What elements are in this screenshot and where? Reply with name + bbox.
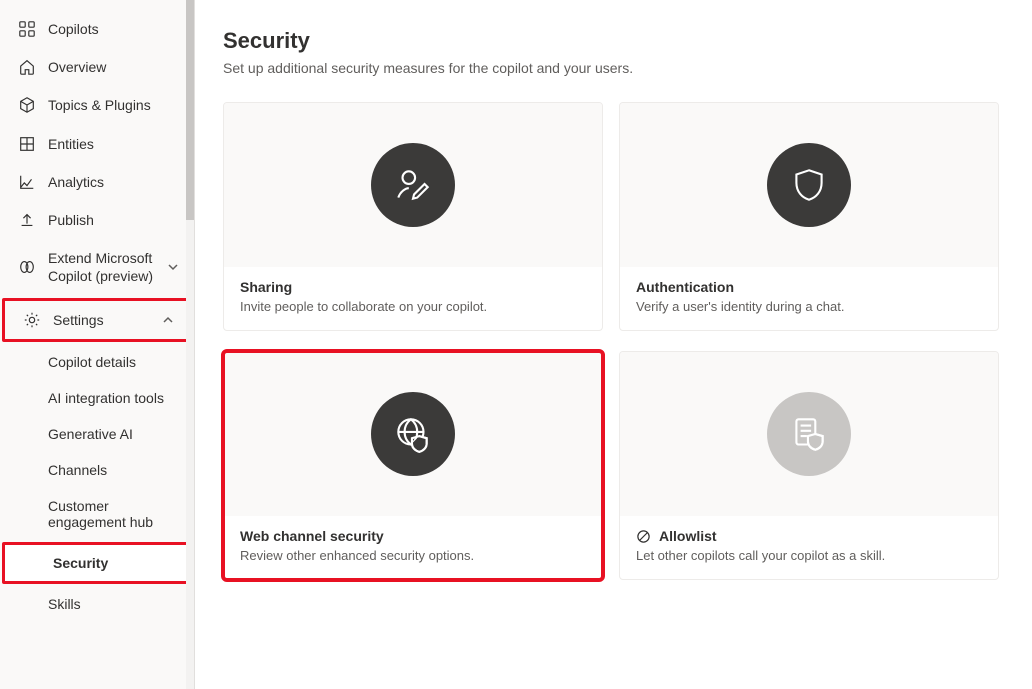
nav-label: Channels xyxy=(48,462,107,478)
nav-publish[interactable]: Publish xyxy=(0,201,194,239)
nav-label: Security xyxy=(53,555,108,571)
card-hero xyxy=(224,352,602,516)
card-allowlist[interactable]: Allowlist Let other copilots call your c… xyxy=(619,351,999,580)
card-hero xyxy=(620,352,998,516)
card-description: Invite people to collaborate on your cop… xyxy=(240,299,586,314)
nav-label: Analytics xyxy=(48,173,104,191)
card-description: Verify a user's identity during a chat. xyxy=(636,299,982,314)
nav-label: Topics & Plugins xyxy=(48,96,151,114)
analytics-icon xyxy=(18,173,36,191)
card-web-channel-security[interactable]: Web channel security Review other enhanc… xyxy=(223,351,603,580)
chevron-down-icon xyxy=(166,260,180,274)
globe-shield-icon xyxy=(371,392,455,476)
nav-settings-generative-ai[interactable]: Generative AI xyxy=(0,416,194,452)
card-authentication[interactable]: Authentication Verify a user's identity … xyxy=(619,102,999,331)
nav-label: Copilot details xyxy=(48,354,136,370)
nav-settings-channels[interactable]: Channels xyxy=(0,452,194,488)
nav-label: Publish xyxy=(48,211,94,229)
nav-label: Customer engagement hub xyxy=(48,498,180,530)
sidebar-scrollbar[interactable] xyxy=(186,0,194,689)
card-title: Sharing xyxy=(240,279,586,295)
nav-extend-copilot[interactable]: Extend Microsoft Copilot (preview) xyxy=(0,239,194,295)
nav-label: Overview xyxy=(48,58,106,76)
card-description: Review other enhanced security options. xyxy=(240,548,586,563)
nav-topics-plugins[interactable]: Topics & Plugins xyxy=(0,86,194,124)
page-subtitle: Set up additional security measures for … xyxy=(223,60,1004,76)
card-description: Let other copilots call your copilot as … xyxy=(636,548,982,563)
grid-icon xyxy=(18,135,36,153)
nav-label: Settings xyxy=(53,311,104,329)
card-hero xyxy=(224,103,602,267)
gear-icon xyxy=(23,311,41,329)
nav-analytics[interactable]: Analytics xyxy=(0,163,194,201)
card-title-text: Allowlist xyxy=(659,528,717,544)
nav-settings-security[interactable]: Security xyxy=(2,542,192,584)
person-edit-icon xyxy=(371,143,455,227)
card-title: Web channel security xyxy=(240,528,586,544)
list-shield-icon xyxy=(767,392,851,476)
upload-icon xyxy=(18,211,36,229)
card-title: Authentication xyxy=(636,279,982,295)
card-hero xyxy=(620,103,998,267)
nav-label: AI integration tools xyxy=(48,390,164,406)
nav-label: Copilots xyxy=(48,20,99,38)
sidebar: Copilots Overview Topics & Plugins xyxy=(0,0,195,689)
blocked-icon xyxy=(636,529,651,544)
home-icon xyxy=(18,58,36,76)
nav-label: Entities xyxy=(48,135,94,153)
nav-settings-copilot-details[interactable]: Copilot details xyxy=(0,344,194,380)
page-title: Security xyxy=(223,28,1004,54)
security-cards-grid: Sharing Invite people to collaborate on … xyxy=(223,102,1004,580)
card-sharing[interactable]: Sharing Invite people to collaborate on … xyxy=(223,102,603,331)
nav-label: Extend Microsoft Copilot (preview) xyxy=(48,249,158,285)
shield-icon xyxy=(767,143,851,227)
cube-icon xyxy=(18,96,36,114)
main-content: Security Set up additional security meas… xyxy=(195,0,1032,689)
card-title: Allowlist xyxy=(636,528,982,544)
nav-copilots[interactable]: Copilots xyxy=(0,10,194,48)
nav-label: Skills xyxy=(48,596,81,612)
nav-settings-ai-integration[interactable]: AI integration tools xyxy=(0,380,194,416)
chevron-up-icon xyxy=(161,313,175,327)
nav-settings-customer-hub[interactable]: Customer engagement hub xyxy=(0,488,194,540)
nav-entities[interactable]: Entities xyxy=(0,125,194,163)
copilot-icon xyxy=(18,258,36,276)
nav-settings[interactable]: Settings xyxy=(2,298,192,342)
nav-settings-skills[interactable]: Skills xyxy=(0,586,194,622)
apps-grid-icon xyxy=(18,20,36,38)
sidebar-scrollbar-thumb[interactable] xyxy=(186,0,194,220)
nav-label: Generative AI xyxy=(48,426,133,442)
nav-overview[interactable]: Overview xyxy=(0,48,194,86)
